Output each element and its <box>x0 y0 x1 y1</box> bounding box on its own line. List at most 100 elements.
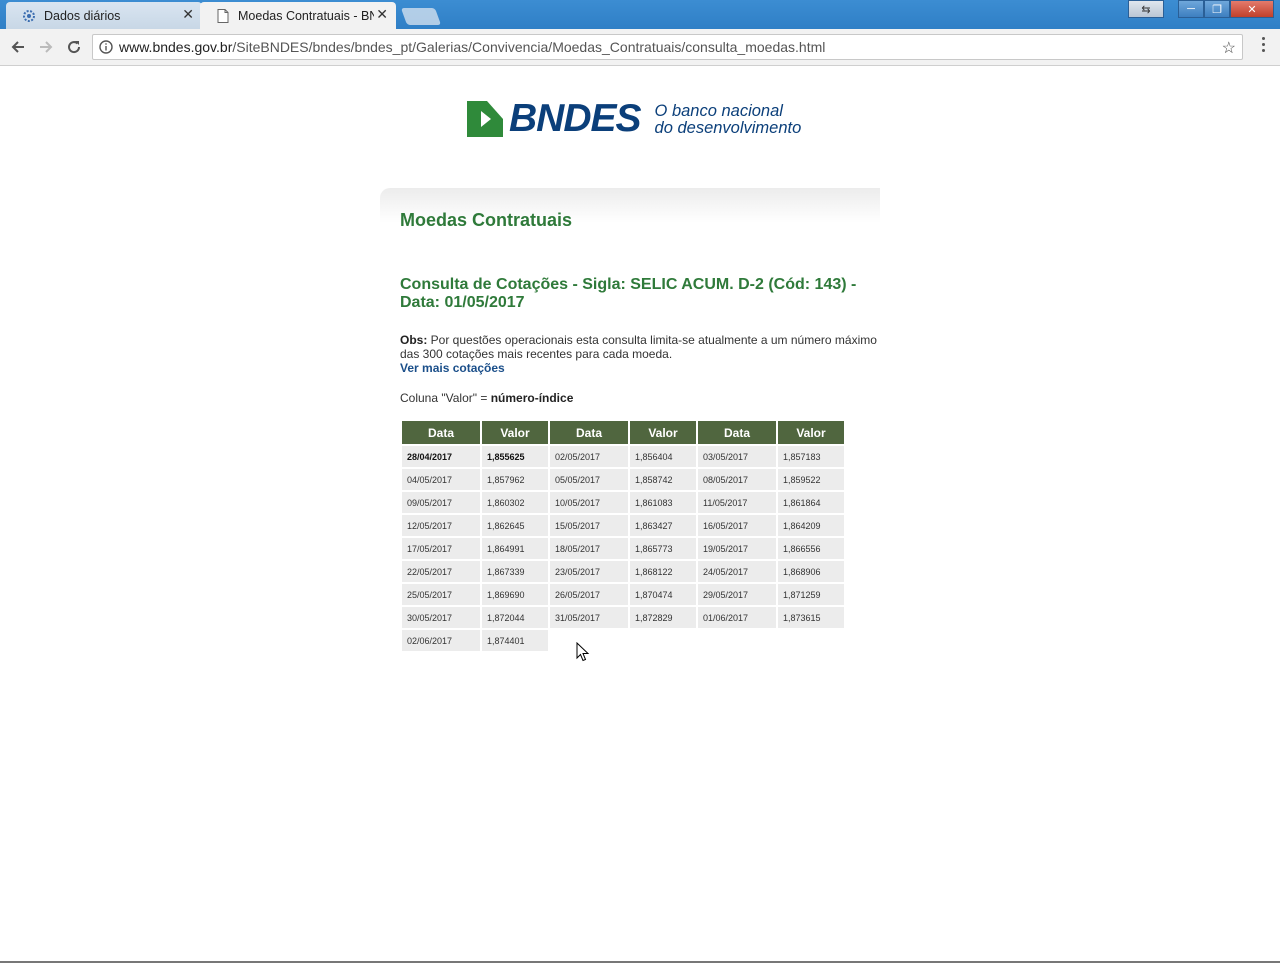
query-title: Consulta de Cotações - Sigla: SELIC ACUM… <box>400 276 857 311</box>
logo-wordmark: BNDES <box>509 97 642 140</box>
date-cell: 12/05/2017 <box>402 515 480 536</box>
date-cell: 15/05/2017 <box>550 515 628 536</box>
date-cell: 01/06/2017 <box>698 607 776 628</box>
date-cell: 11/05/2017 <box>698 492 776 513</box>
value-cell: 1,873615 <box>778 607 844 628</box>
coluna-prefix: Coluna "Valor" = <box>400 391 491 405</box>
logo-tagline-line1: O banco nacional <box>654 102 783 120</box>
page-title: Moedas Contratuais <box>400 210 573 230</box>
column-header: Valor <box>630 421 696 444</box>
obs-label: Obs: <box>400 333 428 347</box>
date-cell: 09/05/2017 <box>402 492 480 513</box>
date-cell: 28/04/2017 <box>402 446 480 467</box>
new-tab-button[interactable] <box>400 8 442 25</box>
bndes-logo[interactable]: BNDES O banco nacional do desenvolviment… <box>467 97 802 140</box>
table-row: 12/05/2017 1,862645 15/05/2017 1,863427 16/0… <box>402 515 844 536</box>
date-cell: 29/05/2017 <box>698 584 776 605</box>
tab-close-icon[interactable]: ✕ <box>376 6 388 23</box>
empty-cell <box>698 630 776 651</box>
obs-text: Por questões operacionais esta consulta … <box>400 333 877 361</box>
empty-cell <box>778 630 844 651</box>
tab-title: Dados diários <box>44 8 121 23</box>
value-cell: 1,872829 <box>630 607 696 628</box>
tab-strip: Dados diários ✕ Moedas Contratuais - BN … <box>0 0 1280 29</box>
date-cell: 02/06/2017 <box>402 630 480 651</box>
table-header-row: Data Valor Data Valor Data Valor <box>402 421 844 444</box>
date-cell: 26/05/2017 <box>550 584 628 605</box>
value-cell: 1,855625 <box>482 446 548 467</box>
table-row: 25/05/2017 1,869690 26/05/2017 1,870474 29/0… <box>402 584 844 605</box>
value-cell: 1,871259 <box>778 584 844 605</box>
tab-close-icon[interactable]: ✕ <box>182 6 194 23</box>
date-cell: 10/05/2017 <box>550 492 628 513</box>
logo-tagline-line2: do desenvolvimento <box>654 119 802 137</box>
window-controls: ⇆ ─ ❐ ✕ <box>1128 0 1274 18</box>
column-header: Data <box>550 421 628 444</box>
back-arrow-icon[interactable] <box>7 36 29 58</box>
value-cell: 1,866556 <box>778 538 844 559</box>
value-cell: 1,857183 <box>778 446 844 467</box>
minimize-icon[interactable]: ─ <box>1178 0 1204 18</box>
table-row: 22/05/2017 1,867339 23/05/2017 1,868122 24/0… <box>402 561 844 582</box>
value-cell: 1,869690 <box>482 584 548 605</box>
value-cell: 1,864991 <box>482 538 548 559</box>
table-row: 17/05/2017 1,864991 18/05/2017 1,865773 19/0… <box>402 538 844 559</box>
close-window-icon[interactable]: ✕ <box>1230 0 1274 18</box>
table-row: 30/05/2017 1,872044 31/05/2017 1,872829 01/0… <box>402 607 844 628</box>
value-cell: 1,863427 <box>630 515 696 536</box>
value-cell: 1,857962 <box>482 469 548 490</box>
page-favicon-icon <box>216 8 230 23</box>
maximize-icon[interactable]: ❐ <box>1204 0 1230 18</box>
value-cell: 1,867339 <box>482 561 548 582</box>
date-cell: 23/05/2017 <box>550 561 628 582</box>
value-cell: 1,868122 <box>630 561 696 582</box>
column-header: Valor <box>482 421 548 444</box>
table-row: 09/05/2017 1,860302 10/05/2017 1,861083 11/0… <box>402 492 844 513</box>
column-header: Data <box>698 421 776 444</box>
date-cell: 17/05/2017 <box>402 538 480 559</box>
date-cell: 16/05/2017 <box>698 515 776 536</box>
date-cell: 02/05/2017 <box>550 446 628 467</box>
column-header: Data <box>402 421 480 444</box>
table-row: 28/04/2017 1,855625 02/05/2017 1,856404 03/0… <box>402 446 844 467</box>
coluna-note: Coluna "Valor" = número-índice <box>400 391 573 405</box>
date-cell: 30/05/2017 <box>402 607 480 628</box>
date-cell: 22/05/2017 <box>402 561 480 582</box>
value-cell: 1,868906 <box>778 561 844 582</box>
reload-icon[interactable] <box>63 36 85 58</box>
ver-mais-cotacoes-link[interactable]: Ver mais cotações <box>400 361 505 375</box>
menu-dots-icon[interactable] <box>1256 37 1270 52</box>
forward-arrow-icon[interactable] <box>35 36 57 58</box>
value-cell: 1,860302 <box>482 492 548 513</box>
value-cell: 1,856404 <box>630 446 696 467</box>
date-cell: 25/05/2017 <box>402 584 480 605</box>
date-cell: 03/05/2017 <box>698 446 776 467</box>
tab-moedas-contratuais[interactable]: Moedas Contratuais - BN ✕ <box>200 2 396 29</box>
bndes-logo-mark-icon <box>467 101 503 137</box>
date-cell: 08/05/2017 <box>698 469 776 490</box>
bookmark-star-icon[interactable]: ☆ <box>1222 38 1236 58</box>
date-cell: 19/05/2017 <box>698 538 776 559</box>
value-cell: 1,870474 <box>630 584 696 605</box>
table-row: 02/06/2017 1,874401 <box>402 630 844 651</box>
date-cell: 24/05/2017 <box>698 561 776 582</box>
quotes-table: Data Valor Data Valor Data Valor 28/04/2… <box>400 419 846 653</box>
tab-dados-diarios[interactable]: Dados diários ✕ <box>6 2 202 29</box>
value-cell: 1,872044 <box>482 607 548 628</box>
coluna-value: número-índice <box>490 391 574 405</box>
value-cell: 1,858742 <box>630 469 696 490</box>
date-cell: 04/05/2017 <box>402 469 480 490</box>
logo-tagline: O banco nacional do desenvolvimento <box>655 103 802 137</box>
url-path: /SiteBNDES/bndes/bndes_pt/Galerias/Convi… <box>232 39 826 55</box>
value-cell: 1,861083 <box>630 492 696 513</box>
value-cell: 1,864209 <box>778 515 844 536</box>
value-cell: 1,865773 <box>630 538 696 559</box>
mouse-cursor-icon <box>576 642 590 662</box>
browser-toolbar: www.bndes.gov.br/SiteBNDES/bndes/bndes_p… <box>0 29 1280 66</box>
column-header: Valor <box>778 421 844 444</box>
address-bar[interactable]: www.bndes.gov.br/SiteBNDES/bndes/bndes_p… <box>92 34 1243 60</box>
date-cell: 18/05/2017 <box>550 538 628 559</box>
info-icon[interactable] <box>93 40 119 54</box>
empty-cell <box>630 630 696 651</box>
switch-window-icon[interactable]: ⇆ <box>1128 0 1164 18</box>
